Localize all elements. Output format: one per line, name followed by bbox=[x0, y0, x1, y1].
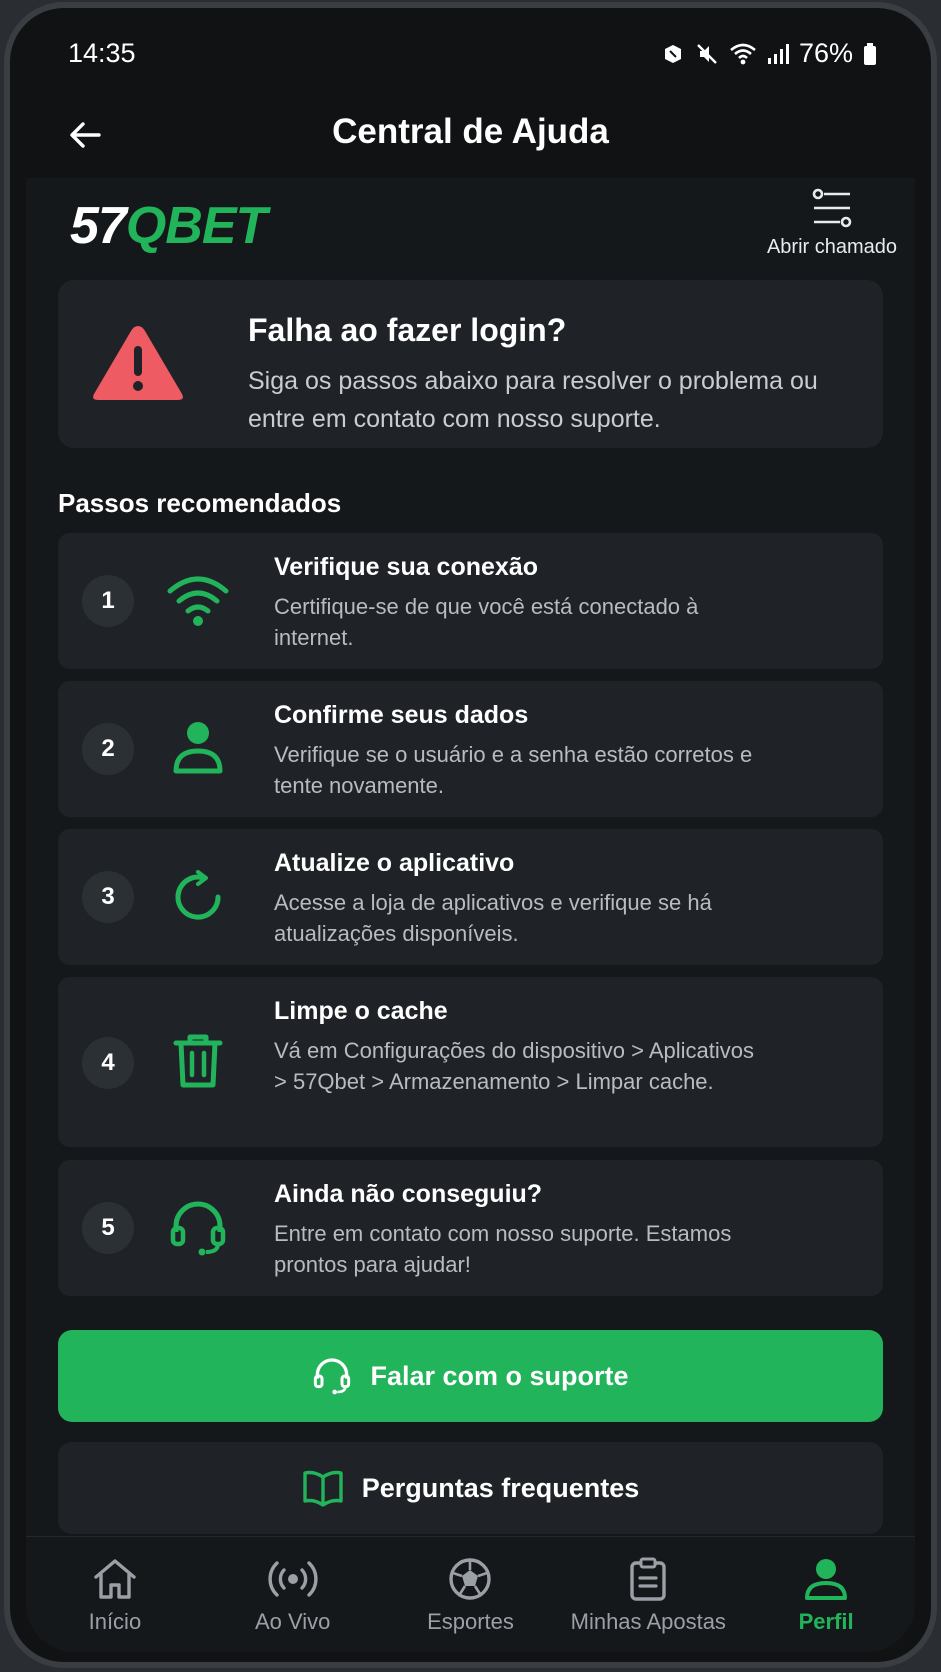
step-description: Entre em contato com nosso suporte. Esta… bbox=[274, 1221, 732, 1277]
step-card-2: 2 Confirme seus dados Verifique se o usu… bbox=[58, 681, 883, 817]
step-number: 1 bbox=[82, 575, 134, 627]
page-title: Central de Ajuda bbox=[332, 112, 609, 151]
sliders-icon bbox=[812, 188, 852, 228]
step-number: 5 bbox=[82, 1202, 134, 1254]
battery-level: 76% bbox=[798, 38, 853, 68]
step-card-3: 3 Atualize o aplicativo Acesse a loja de… bbox=[58, 829, 883, 965]
status-time: 14:35 bbox=[68, 38, 136, 68]
status-icons: 76% bbox=[661, 38, 877, 69]
warning-icon bbox=[90, 320, 186, 411]
nav-label: Minhas Apostas bbox=[570, 1609, 726, 1634]
nav-item-esportes[interactable]: Esportes bbox=[382, 1537, 560, 1652]
headset-icon bbox=[314, 1358, 351, 1395]
step-title: Atualize o aplicativo bbox=[274, 849, 515, 877]
nav-item-minhas-apostas[interactable]: Minhas Apostas bbox=[559, 1537, 737, 1652]
step-description: Vá em Configurações do dispositivo > Apl… bbox=[274, 1038, 754, 1094]
alert-title: Falha ao fazer login? bbox=[248, 312, 567, 348]
open-ticket-button[interactable]: Abrir chamado bbox=[757, 186, 907, 259]
nfc-icon bbox=[661, 42, 685, 66]
step-number: 2 bbox=[82, 723, 134, 775]
section-title: Passos recomendados bbox=[58, 488, 342, 518]
soccer-ball-icon bbox=[447, 1555, 493, 1603]
alert-card: Falha ao fazer login? Siga os passos aba… bbox=[58, 280, 883, 448]
wifi-icon bbox=[166, 569, 230, 633]
nav-item-perfil[interactable]: Perfil bbox=[737, 1537, 915, 1652]
step-description: Acesse a loja de aplicativos e verifique… bbox=[274, 890, 712, 946]
signal-icon bbox=[767, 42, 789, 66]
user-icon bbox=[166, 715, 230, 779]
step-description: Certifique-se de que você está conectado… bbox=[274, 594, 699, 650]
faq-label: Perguntas frequentes bbox=[361, 1472, 640, 1503]
step-card-4: 4 Limpe o cache Vá em Configurações do d… bbox=[58, 977, 883, 1147]
nav-label: Início bbox=[88, 1609, 142, 1634]
step-description: Verifique se o usuário e a senha estão c… bbox=[274, 742, 753, 798]
book-icon bbox=[303, 1470, 343, 1507]
brand-logo: 57QBET bbox=[70, 197, 267, 255]
battery-icon bbox=[863, 42, 877, 66]
step-card-5: 5 Ainda não conseguiu? Entre em contato … bbox=[58, 1160, 883, 1296]
bottom-navigation: Início Ao Vivo Esportes Minhas Apostas P… bbox=[26, 1536, 915, 1652]
step-title: Verifique sua conexão bbox=[274, 553, 538, 581]
screen: 14:35 76% Central de Ajuda 57QBET Abrir … bbox=[26, 18, 915, 1652]
alert-text: Siga os passos abaixo para resolver o pr… bbox=[248, 367, 818, 433]
device-frame: 14:35 76% Central de Ajuda 57QBET Abrir … bbox=[4, 2, 937, 1668]
nav-label: Ao Vivo bbox=[254, 1609, 331, 1634]
step-number: 4 bbox=[82, 1037, 134, 1089]
nav-label: Esportes bbox=[427, 1609, 514, 1634]
headset-icon bbox=[166, 1196, 230, 1260]
wifi-status-icon bbox=[729, 42, 757, 66]
step-title: Confirme seus dados bbox=[274, 701, 529, 729]
step-title: Limpe o cache bbox=[274, 997, 448, 1025]
app-header: Central de Ajuda bbox=[26, 88, 915, 178]
live-icon bbox=[267, 1555, 319, 1603]
nav-item-ao-vivo[interactable]: Ao Vivo bbox=[204, 1537, 382, 1652]
status-bar: 14:35 76% bbox=[26, 18, 915, 88]
home-icon bbox=[92, 1555, 138, 1603]
profile-icon bbox=[803, 1555, 849, 1603]
nav-label: Perfil bbox=[798, 1609, 854, 1634]
mute-icon bbox=[695, 42, 719, 66]
step-number: 3 bbox=[82, 871, 134, 923]
clipboard-icon bbox=[628, 1555, 668, 1603]
nav-item-inicio[interactable]: Início bbox=[26, 1537, 204, 1652]
faq-button[interactable]: Perguntas frequentes bbox=[58, 1442, 883, 1534]
contact-support-button[interactable]: Falar com o suporte bbox=[58, 1330, 883, 1422]
step-card-1: 1 Verifique sua conexão Certifique-se de… bbox=[58, 533, 883, 669]
refresh-icon bbox=[166, 865, 230, 929]
trash-icon bbox=[166, 1029, 230, 1093]
open-ticket-label: Abrir chamado bbox=[766, 236, 898, 258]
contact-support-label: Falar com o suporte bbox=[370, 1360, 629, 1391]
step-title: Ainda não conseguiu? bbox=[274, 1180, 543, 1208]
